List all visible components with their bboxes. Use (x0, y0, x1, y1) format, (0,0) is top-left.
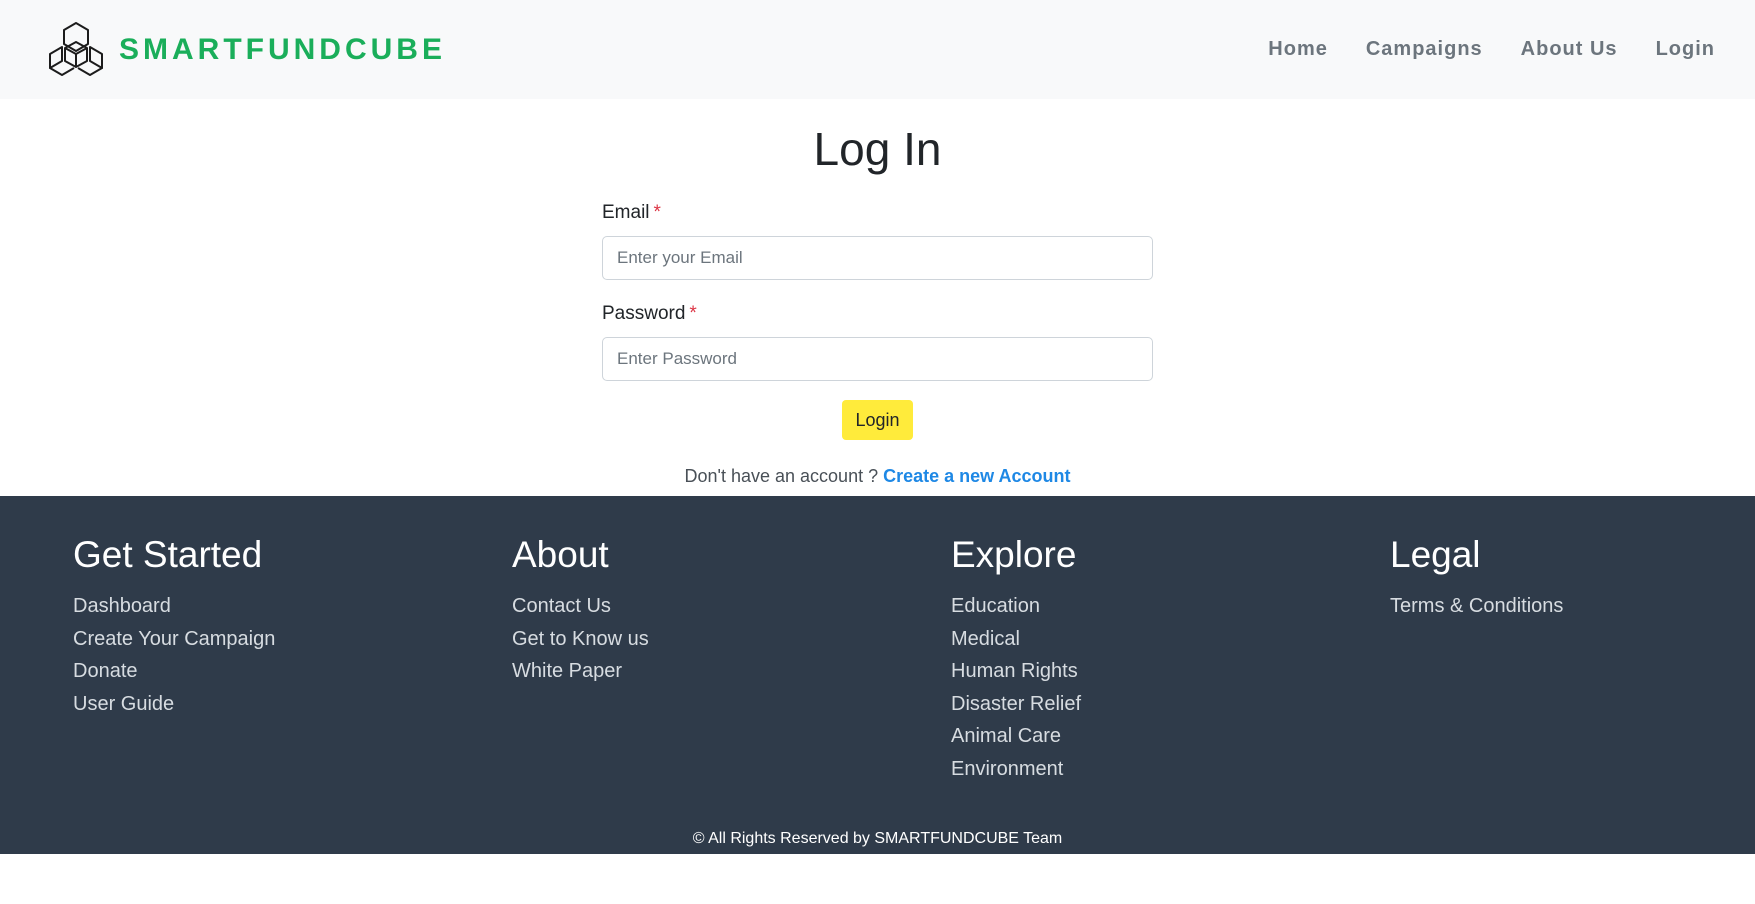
login-section: Log In Email* Password* Login Don't have… (0, 99, 1755, 496)
footer: Get Started Dashboard Create Your Campai… (0, 496, 1755, 854)
password-input[interactable] (602, 337, 1153, 381)
email-label: Email * (602, 200, 1153, 226)
footer-link-animal-care[interactable]: Animal Care (951, 725, 1061, 747)
brand-name: SMARTFUNDCUBE (119, 33, 446, 66)
email-label-text: Email (602, 202, 650, 223)
footer-column-legal: Legal Terms & Conditions (1390, 532, 1755, 623)
nav-link-login[interactable]: Login (1656, 38, 1715, 61)
footer-link-medical[interactable]: Medical (951, 628, 1020, 650)
footer-heading: About (512, 534, 609, 575)
list-item: Donate (73, 655, 473, 688)
email-input[interactable] (602, 236, 1153, 280)
password-label: Password * (602, 301, 1153, 327)
list-item: Terms & Conditions (1390, 590, 1755, 623)
list-item: Human Rights (951, 655, 1351, 688)
list-item: Dashboard (73, 590, 473, 623)
nav-links: Home Campaigns About Us Login (1230, 0, 1715, 99)
copyright-text: © All Rights Reserved by SMARTFUNDCUBE T… (692, 830, 1063, 847)
footer-link-contact-us[interactable]: Contact Us (512, 595, 611, 617)
email-group: Email * (602, 200, 1153, 280)
footer-link-create-campaign[interactable]: Create Your Campaign (73, 628, 275, 650)
login-button[interactable]: Login (842, 400, 913, 440)
nav-link-campaigns[interactable]: Campaigns (1366, 38, 1483, 61)
footer-link-environment[interactable]: Environment (951, 758, 1063, 780)
footer-link-dashboard[interactable]: Dashboard (73, 595, 171, 617)
footer-link-white-paper[interactable]: White Paper (512, 660, 622, 682)
navbar: SMARTFUNDCUBE Home Campaigns About Us Lo… (0, 0, 1755, 99)
list-item: Education (951, 590, 1351, 623)
brand-home-link[interactable]: SMARTFUNDCUBE (45, 20, 446, 80)
footer-link-user-guide[interactable]: User Guide (73, 693, 174, 715)
list-item: Disaster Relief (951, 688, 1351, 721)
footer-link-list: Terms & Conditions (1390, 590, 1755, 623)
nav-link-home[interactable]: Home (1268, 38, 1328, 61)
footer-heading: Get Started (73, 534, 263, 575)
list-item: White Paper (512, 655, 912, 688)
page-title: Log In (813, 123, 942, 175)
list-item: Medical (951, 623, 1351, 656)
footer-link-donate[interactable]: Donate (73, 660, 138, 682)
footer-link-terms-conditions[interactable]: Terms & Conditions (1390, 595, 1563, 617)
nav-link-about-us[interactable]: About Us (1521, 38, 1618, 61)
list-item: Create Your Campaign (73, 623, 473, 656)
footer-column-get-started: Get Started Dashboard Create Your Campai… (73, 532, 473, 720)
list-item: Animal Care (951, 720, 1351, 753)
password-group: Password * (602, 301, 1153, 381)
footer-link-human-rights[interactable]: Human Rights (951, 660, 1078, 682)
email-required-mark: * (653, 202, 661, 223)
footer-link-list: Dashboard Create Your Campaign Donate Us… (73, 590, 473, 720)
footer-link-list: Education Medical Human Rights Disaster … (951, 590, 1351, 786)
list-item: User Guide (73, 688, 473, 721)
create-account-link[interactable]: Create a new Account (883, 466, 1070, 486)
list-item: Get to Know us (512, 623, 912, 656)
signup-prompt: Don't have an account ? (684, 466, 884, 486)
footer-link-education[interactable]: Education (951, 595, 1040, 617)
footer-link-get-to-know-us[interactable]: Get to Know us (512, 628, 649, 650)
footer-column-about: About Contact Us Get to Know us White Pa… (512, 532, 912, 688)
hexagon-cube-icon (49, 22, 103, 76)
footer-heading: Explore (951, 534, 1077, 575)
signup-line: Don't have an account ? Create a new Acc… (0, 466, 1755, 487)
footer-link-disaster-relief[interactable]: Disaster Relief (951, 693, 1081, 715)
footer-link-list: Contact Us Get to Know us White Paper (512, 590, 912, 688)
password-required-mark: * (689, 303, 697, 324)
footer-heading: Legal (1390, 534, 1481, 575)
list-item: Environment (951, 753, 1351, 786)
password-label-text: Password (602, 303, 686, 324)
list-item: Contact Us (512, 590, 912, 623)
footer-column-explore: Explore Education Medical Human Rights D… (951, 532, 1351, 786)
